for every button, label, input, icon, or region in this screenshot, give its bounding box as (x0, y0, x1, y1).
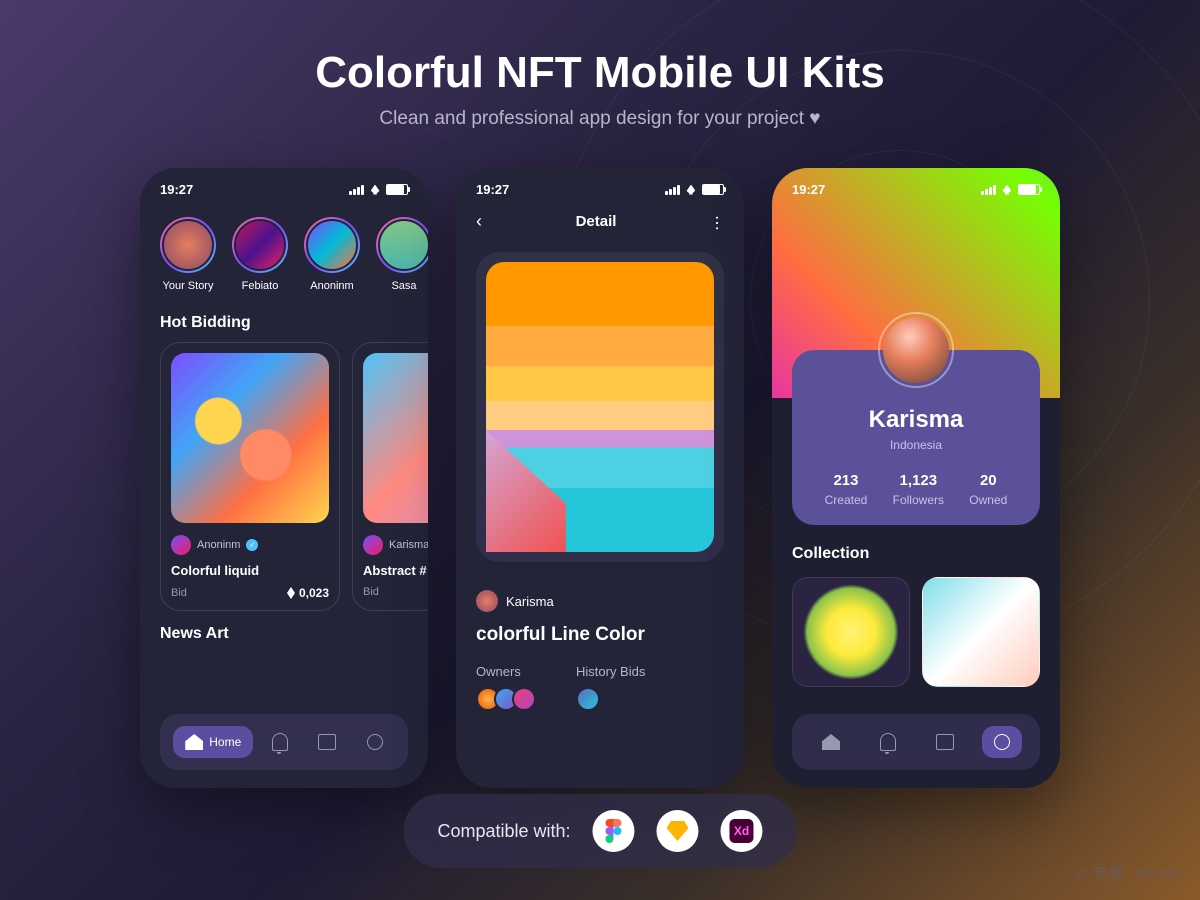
bid-card[interactable]: Karisma Abstract # Bid (352, 342, 428, 611)
status-bar: 19:27 (456, 168, 744, 203)
verified-icon: ✓ (246, 539, 258, 551)
figma-icon (593, 810, 635, 852)
stat-value: 213 (825, 472, 868, 489)
cart-icon (936, 734, 954, 750)
signal-icon (981, 185, 996, 195)
nav-home[interactable] (810, 726, 852, 758)
phone-profile: 19:27 Karisma Indonesia 213 Created 1,123… (772, 168, 1060, 788)
nav-profile[interactable] (355, 726, 395, 758)
stories-row: Your Story Febiato Anoninm Sasa (140, 203, 428, 300)
bid-title: Abstract # (363, 563, 428, 578)
avatar (363, 535, 383, 555)
detail-author[interactable]: Karisma (476, 590, 724, 612)
status-time: 19:27 (476, 182, 509, 197)
profile-card: Karisma Indonesia 213 Created 1,123 Follow… (792, 350, 1040, 525)
story-item[interactable]: Your Story (160, 217, 216, 292)
home-icon (822, 734, 840, 750)
bottom-nav: Home (160, 714, 408, 770)
nav-cart[interactable] (924, 726, 966, 758)
eth-icon (287, 587, 295, 599)
story-label: Febiato (242, 280, 279, 292)
profile-name: Karisma (812, 406, 1020, 434)
bell-icon (272, 733, 288, 751)
battery-icon (702, 184, 724, 195)
wifi-icon (684, 185, 698, 195)
xd-icon: Xd (721, 810, 763, 852)
status-time: 19:27 (160, 182, 193, 197)
detail-card (476, 252, 724, 562)
owners-avatars (476, 687, 536, 711)
news-art-title: News Art (140, 611, 428, 653)
home-icon (185, 734, 203, 750)
tab-history-bids[interactable]: History Bids (576, 664, 645, 679)
compat-label: Compatible with: (437, 821, 570, 842)
bell-icon (880, 733, 896, 751)
cart-icon (318, 734, 336, 750)
story-label: Anoninm (310, 280, 353, 292)
stat-created[interactable]: 213 Created (825, 472, 868, 507)
nav-notifications[interactable] (868, 725, 908, 759)
story-label: Sasa (391, 280, 416, 292)
status-bar: 19:27 (772, 168, 1060, 203)
compatibility-pill: Compatible with: Xd (403, 794, 796, 868)
nav-cart[interactable] (306, 726, 348, 758)
stat-label: Owned (969, 493, 1007, 507)
profile-avatar[interactable] (878, 312, 954, 388)
more-icon[interactable]: ⋯ (707, 215, 727, 229)
detail-hero-image (486, 262, 714, 552)
status-time: 19:27 (792, 182, 825, 197)
bid-card[interactable]: Anoninm ✓ Colorful liquid Bid 0,023 (160, 342, 340, 611)
hot-bidding-title: Hot Bidding (140, 300, 428, 342)
story-item[interactable]: Sasa (376, 217, 428, 292)
bid-author-name: Karisma (389, 539, 428, 551)
collection-item[interactable] (922, 577, 1040, 687)
bid-title: Colorful liquid (171, 563, 329, 578)
collection-title: Collection (792, 545, 1040, 563)
collection-item[interactable] (792, 577, 910, 687)
signal-icon (665, 185, 680, 195)
bid-price: 0,023 (287, 586, 329, 600)
wifi-icon (1000, 185, 1014, 195)
profile-location: Indonesia (812, 438, 1020, 452)
signal-icon (349, 185, 364, 195)
stat-followers[interactable]: 1,123 Followers (893, 472, 944, 507)
stat-value: 1,123 (893, 472, 944, 489)
story-label: Your Story (163, 280, 214, 292)
phone-home: 19:27 Your Story Febiato Anoninm Sasa Ho… (140, 168, 428, 788)
watermark: ui老爹 ui8.com (1076, 860, 1180, 884)
status-bar: 19:27 (140, 168, 428, 203)
stat-label: Created (825, 493, 868, 507)
bid-author-name: Anoninm (197, 539, 240, 551)
bid-image (363, 353, 428, 523)
avatar (171, 535, 191, 555)
avatar (576, 687, 600, 711)
nav-home[interactable]: Home (173, 726, 253, 758)
bid-label: Bid (171, 587, 187, 599)
bid-image (171, 353, 329, 523)
detail-author-name: Karisma (506, 594, 554, 609)
tab-owners[interactable]: Owners (476, 664, 536, 679)
nav-profile[interactable] (982, 726, 1022, 758)
story-item[interactable]: Febiato (232, 217, 288, 292)
user-icon (994, 734, 1010, 750)
stat-label: Followers (893, 493, 944, 507)
battery-icon (386, 184, 408, 195)
user-icon (367, 734, 383, 750)
nav-notifications[interactable] (260, 725, 300, 759)
bid-label: Bid (363, 586, 379, 598)
battery-icon (1018, 184, 1040, 195)
detail-item-title: colorful Line Color (476, 624, 724, 646)
back-icon[interactable]: ‹ (476, 211, 482, 232)
avatar (476, 590, 498, 612)
bottom-nav (792, 714, 1040, 770)
page-title: Detail (576, 213, 617, 230)
avatar (512, 687, 536, 711)
sketch-icon (657, 810, 699, 852)
wifi-icon (368, 185, 382, 195)
stat-owned[interactable]: 20 Owned (969, 472, 1007, 507)
stat-value: 20 (969, 472, 1007, 489)
phone-detail: 19:27 ‹ Detail ⋯ Karisma colorful Line C… (456, 168, 744, 788)
story-item[interactable]: Anoninm (304, 217, 360, 292)
